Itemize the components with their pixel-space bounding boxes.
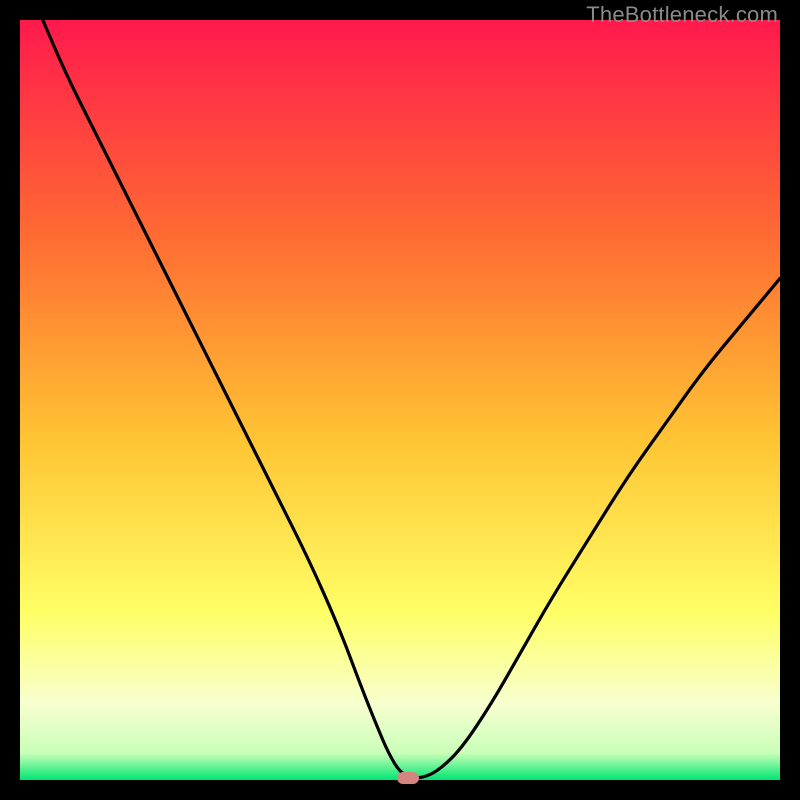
- watermark-text: TheBottleneck.com: [586, 2, 778, 28]
- optimal-point-marker: [397, 772, 419, 784]
- gradient-background: [20, 20, 780, 780]
- plot-frame: [20, 20, 780, 780]
